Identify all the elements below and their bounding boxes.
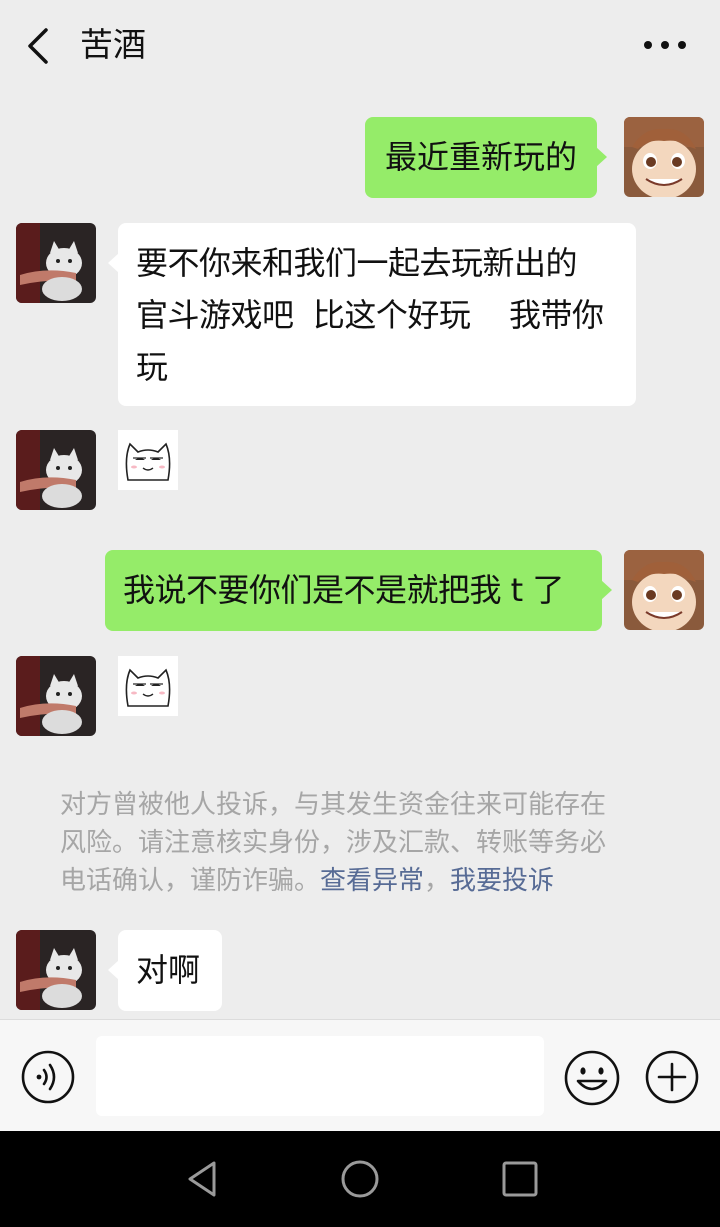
message-text-line: 玩 [136, 348, 168, 386]
risk-warning-notice: 对方曾被他人投诉，与其发生资金往来可能存在 风险。请注意核实身份，涉及汇款、转账… [60, 786, 670, 900]
nav-recents-button[interactable] [500, 1159, 540, 1199]
notice-text: 电话确认，谨防诈骗。 [60, 866, 321, 896]
my-avatar[interactable] [624, 550, 704, 630]
smug-cat-sticker[interactable] [118, 430, 178, 490]
notice-line: 风险。请注意核实身份，涉及汇款、转账等务必 [60, 828, 607, 858]
contact-avatar[interactable] [16, 223, 96, 303]
more-functions-button[interactable] [644, 1049, 700, 1105]
back-button[interactable] [22, 24, 58, 68]
chat-title: 苦酒 [80, 25, 146, 64]
message-bubble-sent[interactable]: 最近重新玩的 [365, 117, 608, 198]
chevron-left-icon [28, 28, 48, 64]
bubble-tail [601, 580, 612, 600]
emoji-button[interactable] [563, 1049, 621, 1107]
bubble-tail [108, 253, 119, 273]
input-bar [0, 1019, 720, 1132]
nav-home-button[interactable] [340, 1159, 380, 1199]
view-anomaly-link[interactable]: 查看异常 [320, 866, 424, 896]
message-text: 我说不要你们是不是就把我 t 了 [123, 571, 564, 609]
square-recents-icon [502, 1161, 538, 1197]
contact-avatar[interactable] [16, 656, 96, 736]
smug-cat-sticker[interactable] [118, 656, 178, 716]
circle-home-icon [341, 1160, 379, 1198]
notice-separator: ， [424, 866, 451, 896]
voice-icon [21, 1050, 75, 1104]
message-input[interactable] [96, 1036, 544, 1116]
triangle-back-icon [188, 1161, 216, 1197]
message-text-line: 要不你来和我们一起去玩新出的 [136, 244, 578, 282]
emoji-icon [564, 1050, 620, 1106]
notice-line: 电话确认，谨防诈骗。查看异常，我要投诉 [60, 862, 670, 900]
nav-back-button[interactable] [182, 1159, 222, 1199]
message-text: 对啊 [136, 951, 201, 989]
message-bubble-sent[interactable]: 我说不要你们是不是就把我 t 了 [105, 550, 612, 631]
message-text-line: 官斗游戏吧 比这个好玩 我带你 [136, 296, 604, 334]
message-bubble-received[interactable]: 要不你来和我们一起去玩新出的 官斗游戏吧 比这个好玩 我带你 玩 [108, 223, 636, 406]
voice-button[interactable] [20, 1049, 76, 1105]
bubble-tail [108, 960, 119, 980]
my-avatar[interactable] [624, 117, 704, 197]
message-text: 最近重新玩的 [385, 138, 578, 176]
bubble-tail [596, 147, 608, 167]
system-navigation-bar [0, 1131, 720, 1227]
notice-line: 对方曾被他人投诉，与其发生资金往来可能存在 [60, 790, 607, 820]
chat-header: 苦酒 [0, 0, 720, 92]
contact-avatar[interactable] [16, 430, 96, 510]
message-bubble-received[interactable]: 对啊 [108, 930, 222, 1011]
contact-avatar[interactable] [16, 930, 96, 1010]
more-dots-icon [644, 41, 686, 49]
more-button[interactable] [640, 30, 690, 60]
plus-icon [645, 1050, 699, 1104]
report-complaint-link[interactable]: 我要投诉 [450, 866, 554, 896]
